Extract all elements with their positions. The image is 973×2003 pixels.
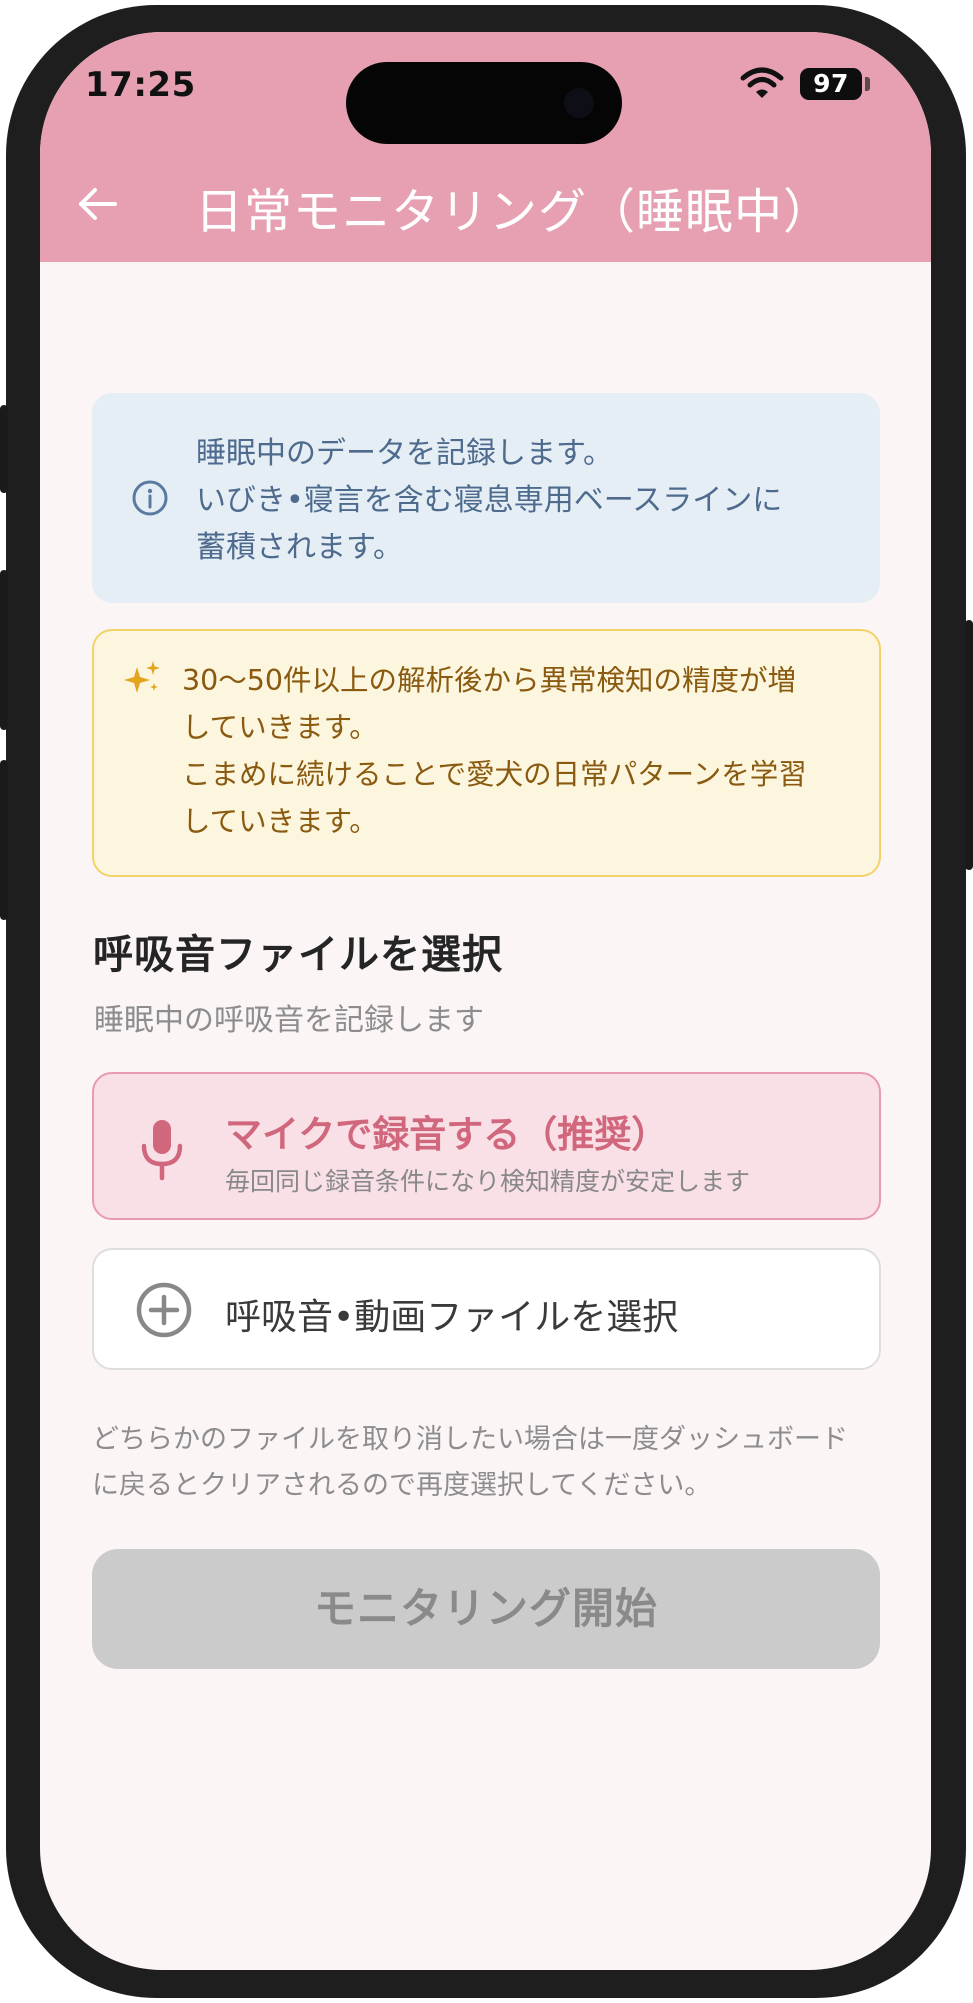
info-card: 睡眠中のデータを記録します。 いびき•寝言を含む寝息専用ベースラインに 蓄積され… — [92, 393, 880, 603]
power-button — [965, 620, 973, 870]
volume-down-button — [0, 760, 8, 920]
info-line: 蓄積されます。 — [196, 530, 403, 565]
battery-cap — [865, 77, 870, 91]
start-monitoring-button[interactable]: モニタリング開始 — [92, 1549, 880, 1669]
info-line: 睡眠中のデータを記録します。 — [196, 436, 613, 471]
record-with-mic-button[interactable]: マイクで録音する（推奨） 毎回同じ録音条件になり検知精度が安定します — [92, 1072, 881, 1220]
tip-line: こまめに続けることで愛犬の日常パターンを学習 — [182, 758, 807, 791]
mic-button-sublabel: 毎回同じ録音条件になり検知精度が安定します — [225, 1167, 751, 1196]
battery-indicator: 97 — [800, 68, 862, 100]
app-bar: 17:25 97 日常モニタリング（睡眠中） — [40, 32, 931, 262]
tip-line: していきます。 — [182, 805, 378, 838]
camera-icon — [564, 88, 594, 118]
page-title: 日常モニタリング（睡眠中） — [195, 184, 833, 240]
arrow-left-icon[interactable] — [73, 180, 121, 228]
info-line: いびき•寝言を含む寝息専用ベースラインに — [196, 483, 783, 518]
plus-circle-icon — [136, 1282, 192, 1338]
volume-up-button — [0, 570, 8, 730]
sparkle-icon — [124, 661, 160, 693]
screen: 17:25 97 日常モニタリング（睡眠中） 睡眠中のデータを記録します。 いび… — [40, 32, 931, 1970]
file-button-label: 呼吸音•動画ファイルを選択 — [225, 1297, 679, 1338]
note-line: どちらかのファイルを取り消したい場合は一度ダッシュボード — [92, 1424, 848, 1455]
status-time: 17:25 — [85, 65, 196, 105]
tip-line: していきます。 — [182, 711, 378, 744]
mic-button-label: マイクで録音する（推奨） — [225, 1113, 669, 1156]
tip-text: 30〜50件以上の解析後から異常検知の精度が増 していきます。 こまめに続けるこ… — [182, 657, 872, 845]
info-text: 睡眠中のデータを記録します。 いびき•寝言を含む寝息専用ベースラインに 蓄積され… — [196, 430, 866, 571]
section-subtitle: 睡眠中の呼吸音を記録します — [94, 1003, 484, 1038]
tip-card: 30〜50件以上の解析後から異常検知の精度が増 していきます。 こまめに続けるこ… — [92, 629, 881, 877]
silent-switch — [0, 405, 8, 493]
tip-line: 30〜50件以上の解析後から異常検知の精度が増 — [182, 664, 797, 697]
info-circle-icon — [132, 480, 168, 516]
wifi-icon — [740, 67, 784, 98]
note-line: に戻るとクリアされるので再度選択してください。 — [92, 1470, 712, 1501]
microphone-icon — [141, 1120, 183, 1181]
section-title: 呼吸音ファイルを選択 — [93, 932, 503, 978]
select-file-button[interactable]: 呼吸音•動画ファイルを選択 — [92, 1248, 881, 1370]
dynamic-island — [346, 62, 622, 144]
clear-selection-note: どちらかのファイルを取り消したい場合は一度ダッシュボード に戻るとクリアされるの… — [92, 1417, 882, 1509]
